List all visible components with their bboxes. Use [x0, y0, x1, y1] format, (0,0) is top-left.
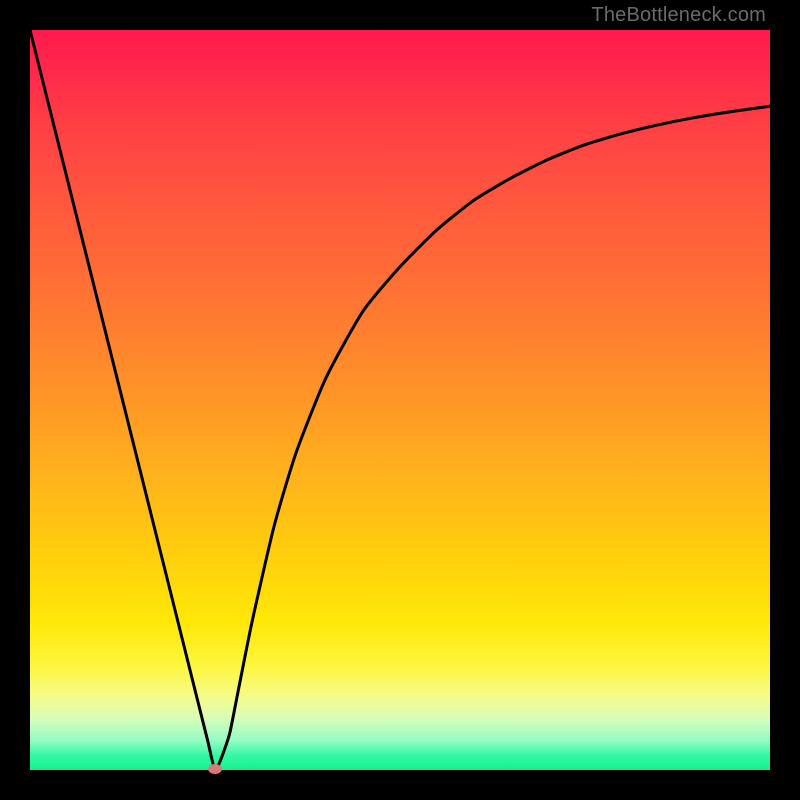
minimum-marker	[208, 764, 222, 774]
watermark-text: TheBottleneck.com	[591, 4, 766, 27]
chart-frame: TheBottleneck.com	[0, 0, 800, 800]
plot-area	[30, 30, 770, 770]
bottleneck-curve	[30, 30, 770, 770]
